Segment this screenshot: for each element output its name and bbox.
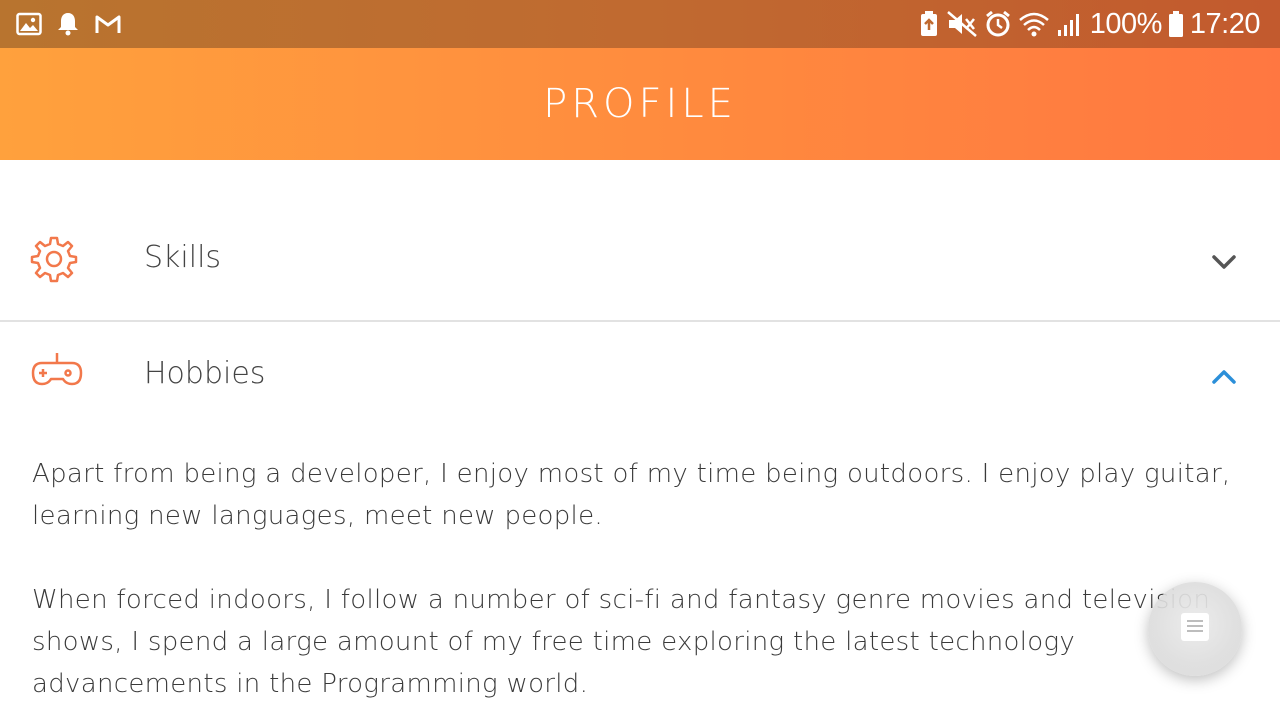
bell-icon <box>56 11 80 37</box>
status-system: 100% 17:20 <box>918 7 1261 40</box>
gallery-icon <box>16 12 42 36</box>
page-title: PROFILE <box>543 81 737 127</box>
mute-icon <box>946 10 978 38</box>
menu-fab-button[interactable] <box>1148 582 1242 676</box>
battery-icon <box>1168 10 1184 38</box>
chevron-up-icon[interactable] <box>1208 366 1240 388</box>
skills-label: Skills <box>144 240 222 275</box>
hobbies-label: Hobbies <box>144 356 266 391</box>
wifi-icon <box>1018 10 1050 38</box>
gear-icon <box>30 235 84 283</box>
chevron-down-icon[interactable] <box>1208 251 1240 273</box>
signal-icon <box>1056 10 1084 38</box>
skills-header[interactable]: Skills <box>0 200 1280 320</box>
profile-content[interactable]: Skills Hobbies Apart from being a develo… <box>0 160 1280 720</box>
gmail-icon <box>94 13 122 35</box>
app-bar: PROFILE <box>0 48 1280 160</box>
alarm-icon <box>984 10 1012 38</box>
menu-list-icon <box>1180 612 1210 646</box>
status-notifications <box>16 10 122 38</box>
hobbies-paragraph: Apart from being a developer, I enjoy mo… <box>32 459 1231 531</box>
hobbies-paragraph: When forced indoors, I follow a number o… <box>32 585 1211 699</box>
section-hobbies: Hobbies Apart from being a developer, I … <box>0 322 1280 720</box>
section-skills: Skills <box>0 200 1280 322</box>
battery-percent: 100% <box>1089 7 1163 40</box>
previous-section-icon <box>32 160 74 168</box>
clock: 17:20 <box>1189 7 1261 40</box>
gamepad-icon <box>30 349 84 397</box>
battery-saver-icon <box>918 10 940 38</box>
status-bar: 100% 17:20 <box>0 0 1280 48</box>
hobbies-header[interactable]: Hobbies <box>0 322 1280 432</box>
